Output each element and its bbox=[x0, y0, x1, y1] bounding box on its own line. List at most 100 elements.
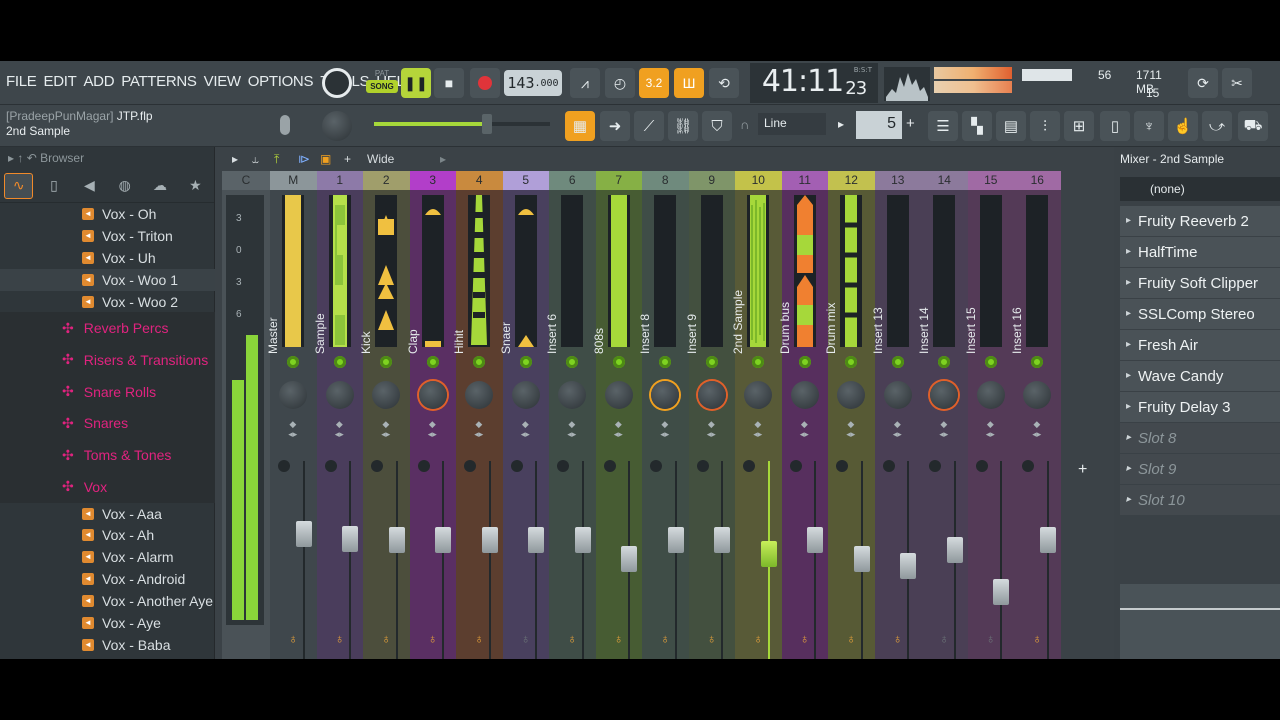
mixer-strip[interactable]: 10 2nd Sample ◆ ◂▸ ♁ bbox=[731, 171, 782, 659]
loop-record-icon[interactable]: ⟲ bbox=[709, 68, 739, 98]
mixer-strip[interactable]: 8 Insert 8 ◆ ◂▸ ♁ bbox=[638, 171, 689, 659]
browser-file[interactable]: ◄ Vox - Woo 1 bbox=[0, 268, 215, 291]
volume-fader[interactable] bbox=[760, 541, 777, 567]
stereo-knob[interactable] bbox=[278, 460, 290, 472]
input-select[interactable]: (none) bbox=[1120, 177, 1280, 201]
slot-arrow-icon[interactable]: ▸ bbox=[1126, 370, 1131, 381]
stereo-separation-icon[interactable]: ◆ ◂▸ bbox=[800, 419, 809, 439]
files-tab-icon[interactable]: ▯ bbox=[39, 173, 68, 199]
strip-number[interactable]: 14 bbox=[921, 171, 968, 190]
stereo-knob[interactable] bbox=[324, 460, 337, 472]
record-arm-icon[interactable]: ♁ bbox=[567, 631, 577, 646]
menu-view[interactable]: VIEW bbox=[204, 73, 241, 90]
record-arm-icon[interactable]: ♁ bbox=[428, 631, 438, 646]
pencil-tool-icon[interactable]: ⟋ bbox=[634, 111, 664, 141]
strip-enable-led[interactable] bbox=[1031, 356, 1044, 368]
globe-tab-icon[interactable]: ◍ bbox=[110, 173, 139, 199]
mixer-icon[interactable]: ⫶ bbox=[1030, 111, 1060, 141]
stamp-icon[interactable]: ⛉ bbox=[702, 111, 732, 141]
stereo-separation-icon[interactable]: ◆ ◂▸ bbox=[335, 419, 344, 439]
arrow-tool-icon[interactable]: ➜ bbox=[600, 111, 630, 141]
strip-enable-led[interactable] bbox=[426, 356, 439, 368]
record-arm-icon[interactable]: ♁ bbox=[474, 631, 484, 646]
master-pitch-knob[interactable] bbox=[322, 68, 352, 98]
pan-knob[interactable] bbox=[604, 381, 633, 409]
pan-knob[interactable] bbox=[697, 381, 726, 409]
effect-slot[interactable]: ▸ Slot 8 bbox=[1120, 423, 1280, 454]
strip-number[interactable]: 13 bbox=[874, 171, 921, 190]
stereo-knob[interactable] bbox=[1022, 460, 1034, 472]
pan-knob[interactable] bbox=[1023, 381, 1052, 409]
strip-enable-led[interactable] bbox=[798, 356, 811, 368]
record-arm-icon[interactable]: ♁ bbox=[381, 631, 391, 646]
strip-number[interactable]: 5 bbox=[502, 171, 549, 190]
slot-arrow-icon[interactable]: ▸ bbox=[1126, 246, 1131, 257]
volume-fader[interactable] bbox=[853, 546, 870, 572]
cloud-tab-icon[interactable]: ☁ bbox=[145, 173, 174, 199]
record-arm-icon[interactable]: ♁ bbox=[1032, 631, 1042, 646]
stereo-separation-icon[interactable]: ◆ ◂▸ bbox=[986, 419, 995, 439]
strip-number[interactable]: 12 bbox=[828, 171, 875, 190]
volume-fader[interactable] bbox=[807, 527, 823, 553]
record-arm-icon[interactable]: ♁ bbox=[614, 631, 624, 646]
mixer-strip[interactable]: 5 Snaer ◆ ◂▸ ♁ bbox=[499, 171, 549, 659]
stereo-separation-icon[interactable]: ◆ ◂▸ bbox=[428, 419, 437, 439]
browser-file[interactable]: ◄ Vox - Ah bbox=[0, 524, 215, 546]
step-display[interactable]: 5 bbox=[856, 111, 902, 139]
strip-number[interactable]: 4 bbox=[456, 171, 503, 190]
mixer-strip[interactable]: 15 Insert 15 ◆ ◂▸ ♁ bbox=[964, 171, 1014, 659]
stereo-knob[interactable] bbox=[603, 460, 616, 472]
volume-fader[interactable] bbox=[342, 526, 358, 552]
record-arm-icon[interactable]: ♁ bbox=[986, 631, 996, 646]
strip-enable-led[interactable] bbox=[705, 356, 718, 368]
wait-input-icon[interactable]: ◴ bbox=[605, 68, 635, 98]
playlist-icon[interactable]: ☰ bbox=[928, 111, 958, 141]
mixer-view-mode[interactable]: Wide bbox=[367, 152, 394, 166]
channel-rack-icon[interactable]: ▚ bbox=[962, 111, 992, 141]
stereo-separation-icon[interactable]: ◆ ◂▸ bbox=[1032, 419, 1041, 439]
slot-arrow-icon[interactable]: ▸ bbox=[1126, 308, 1131, 319]
stereo-separation-icon[interactable]: ◆ ◂▸ bbox=[660, 419, 669, 439]
strip-number[interactable]: 2 bbox=[363, 171, 410, 190]
stereo-knob[interactable] bbox=[464, 460, 476, 472]
strip-number[interactable]: M bbox=[270, 171, 317, 190]
pan-knob[interactable] bbox=[465, 381, 494, 409]
browser-file[interactable]: ◄ Vox - Uh bbox=[0, 247, 215, 269]
strip-enable-led[interactable] bbox=[566, 356, 579, 368]
volume-fader[interactable] bbox=[295, 521, 312, 547]
record-arm-icon[interactable]: ♁ bbox=[707, 631, 717, 646]
oscilloscope[interactable] bbox=[884, 67, 930, 101]
route-icon[interactable]: ⤒ bbox=[274, 152, 279, 167]
browser-folder[interactable]: ✣ Snare Rolls bbox=[0, 375, 215, 408]
stereo-knob[interactable] bbox=[696, 460, 709, 472]
slot-arrow-icon[interactable]: ▸ bbox=[1126, 215, 1131, 226]
stereo-knob[interactable] bbox=[417, 460, 430, 472]
strip-enable-led[interactable] bbox=[612, 356, 625, 368]
scissors-icon[interactable]: ✂ bbox=[1222, 68, 1252, 98]
browser-folder[interactable]: ✣ Vox bbox=[0, 470, 215, 503]
stereo-separation-icon[interactable]: ◆ ◂▸ bbox=[521, 419, 530, 439]
record-arm-icon[interactable]: ♁ bbox=[893, 631, 903, 646]
volume-fader[interactable] bbox=[993, 579, 1009, 605]
song-position-display[interactable]: B:S:T 41:11 23 bbox=[750, 63, 878, 103]
strip-enable-led[interactable] bbox=[333, 356, 346, 368]
effect-slot[interactable]: ▸ Fruity Delay 3 bbox=[1120, 392, 1280, 423]
strip-enable-led[interactable] bbox=[519, 356, 532, 368]
mixer-strip[interactable]: 14 Insert 14 ◆ ◂▸ ♁ bbox=[917, 171, 968, 659]
metronome-icon[interactable]: ⩘ bbox=[570, 68, 600, 98]
browser-folder[interactable]: ✣ Risers & Transitions bbox=[0, 344, 215, 376]
slot-arrow-icon[interactable]: ▸ bbox=[1126, 401, 1131, 412]
step-left-icon[interactable]: ▸ bbox=[838, 117, 844, 131]
effect-slot[interactable]: ▸ Wave Candy bbox=[1120, 361, 1280, 392]
stereo-separation-icon[interactable]: ◆ ◂▸ bbox=[707, 419, 716, 439]
pause-button[interactable]: ❚❚ bbox=[401, 68, 431, 98]
stereo-separation-icon[interactable]: ◆ ◂▸ bbox=[753, 419, 762, 439]
pan-knob[interactable] bbox=[883, 381, 912, 409]
stereo-separation-icon[interactable]: ◆ ◂▸ bbox=[381, 419, 390, 439]
browser-file[interactable]: ◄ Vox - Oh bbox=[0, 203, 215, 225]
strip-enable-led[interactable] bbox=[845, 356, 858, 368]
stereo-knob[interactable] bbox=[929, 460, 941, 472]
pat-label[interactable]: PAT bbox=[366, 68, 398, 80]
pan-knob[interactable] bbox=[511, 381, 540, 409]
browser-file[interactable]: ◄ Vox - Aye bbox=[0, 612, 215, 634]
